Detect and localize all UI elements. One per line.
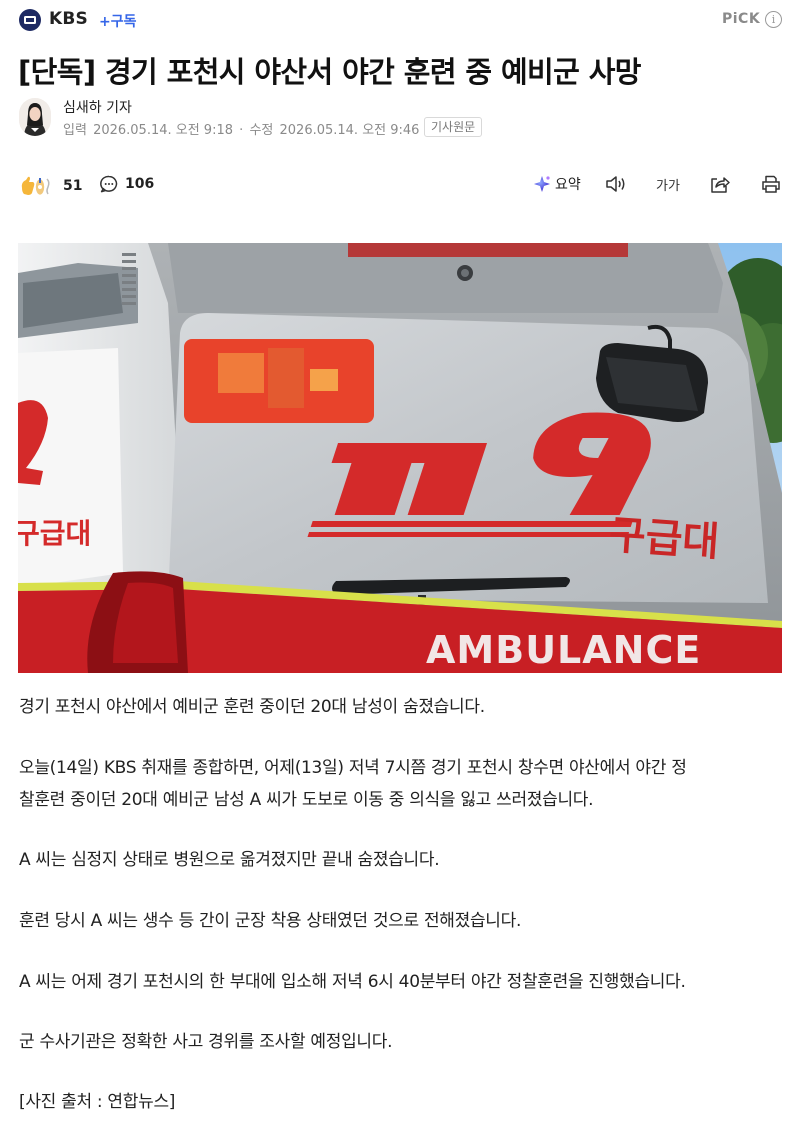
original-article-button[interactable]: 기사원문	[424, 117, 483, 137]
edit-label: 수정	[249, 123, 274, 138]
paragraph-1: 경기 포천시 야산에서 예비군 훈련 중이던 20대 남성이 숨졌습니다.	[19, 697, 485, 717]
paragraph-3: A 씨는 심정지 상태로 병원으로 옮겨졌지만 끝내 숨졌습니다.	[19, 850, 440, 870]
kbs-logo-icon[interactable]	[19, 9, 41, 31]
speaker-button[interactable]	[605, 174, 627, 194]
paragraph-2-line-1: 오늘(14일) KBS 취재를 종합하면, 어제(13일) 저녁 7시쯤 경기 …	[19, 758, 687, 778]
speaker-icon	[605, 174, 627, 194]
paragraph-2-line-2: 찰훈련 중이던 20대 예비군 남성 A 씨가 도보로 이동 중 의식을 잃고 …	[19, 790, 594, 810]
comment-icon	[99, 174, 119, 194]
print-button[interactable]	[761, 174, 781, 194]
summary-label: 요약	[555, 177, 581, 193]
subscribe-button[interactable]: +구독	[99, 11, 137, 31]
reaction-icon	[19, 174, 55, 198]
share-icon	[709, 173, 731, 195]
pick-label: PiCK	[722, 11, 761, 27]
paragraph-5: A 씨는 어제 경기 포천시의 한 부대에 입소해 저녁 6시 40분부터 야간…	[19, 972, 686, 992]
top-bar: KBS +구독 PiCK i	[0, 0, 800, 42]
press-name[interactable]: KBS	[49, 9, 88, 29]
info-icon[interactable]: i	[765, 11, 782, 28]
font-size-button[interactable]: 가가	[656, 175, 680, 194]
summary-button[interactable]: 요약	[533, 174, 581, 194]
reporter-avatar[interactable]	[19, 98, 51, 136]
article-headline: [단독] 경기 포천시 야산서 야간 훈련 중 예비군 사망	[18, 55, 641, 89]
action-bar: 51 106 요약 가가	[0, 170, 800, 202]
photo-rear-text: 구급대	[607, 512, 720, 566]
article-photo[interactable]: 구급대 119 구급대	[18, 243, 782, 673]
font-size-icon: 가가	[656, 179, 680, 194]
photo-bumper-text: AMBULANCE	[426, 628, 701, 672]
paragraph-6: 군 수사기관은 정확한 사고 경위를 조사할 예정입니다.	[19, 1032, 393, 1052]
paragraph-4: 훈련 당시 A 씨는 생수 등 간이 군장 착용 상태였던 것으로 전해졌습니다…	[19, 911, 522, 931]
print-icon	[761, 174, 781, 194]
reporter-name[interactable]: 심새하 기자	[63, 97, 132, 117]
reaction-count: 51	[63, 178, 83, 194]
photo-credit: [사진 출처 : 연합뉴스]	[19, 1092, 176, 1112]
article-timestamps: 입력 2026.05.14. 오전 9:18 · 수정 2026.05.14. …	[63, 119, 421, 138]
share-button[interactable]	[709, 173, 731, 195]
edit-time: 2026.05.14. 오전 9:46	[279, 123, 420, 138]
reaction-button[interactable]: 51	[19, 174, 82, 198]
input-time: 2026.05.14. 오전 9:18	[93, 123, 234, 138]
meta-separator: ·	[239, 123, 244, 138]
comment-button[interactable]: 106	[99, 174, 154, 194]
summary-icon	[533, 175, 551, 193]
photo-side-text: 구급대	[18, 517, 91, 550]
input-label: 입력	[63, 123, 87, 138]
comment-count: 106	[125, 176, 155, 192]
